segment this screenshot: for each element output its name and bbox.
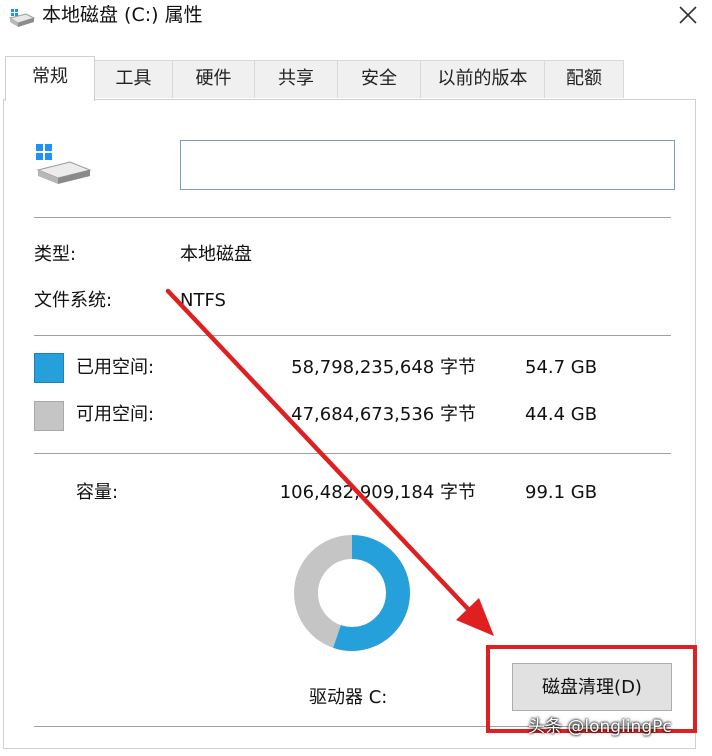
drive-icon bbox=[36, 144, 92, 184]
used-space-swatch bbox=[34, 353, 64, 383]
used-space-label: 已用空间: bbox=[76, 357, 155, 378]
tab-quota[interactable]: 配额 bbox=[544, 60, 624, 98]
separator bbox=[34, 453, 671, 454]
type-value: 本地磁盘 bbox=[180, 244, 252, 265]
close-button[interactable] bbox=[662, 0, 712, 34]
used-space-size: 54.7 GB bbox=[525, 357, 598, 378]
tab-sharing[interactable]: 共享 bbox=[254, 60, 338, 98]
usage-donut-chart bbox=[294, 535, 410, 651]
free-space-label: 可用空间: bbox=[76, 404, 155, 425]
disk-cleanup-button[interactable]: 磁盘清理(D) bbox=[512, 663, 672, 711]
free-space-bytes: 47,684,673,536 字节 bbox=[291, 404, 476, 425]
file-system-label: 文件系统: bbox=[34, 290, 113, 311]
capacity-label: 容量: bbox=[76, 482, 119, 503]
title-bar: 本地磁盘 (C:) 属性 bbox=[0, 0, 712, 38]
file-system-value: NTFS bbox=[180, 290, 226, 311]
capacity-bytes: 106,482,909,184 字节 bbox=[279, 482, 476, 503]
general-panel: 类型: 本地磁盘 文件系统: NTFS 已用空间: 58,798,235,648… bbox=[3, 99, 696, 749]
tab-strip: 常规 工具 硬件 共享 安全 以前的版本 配额 bbox=[0, 56, 712, 101]
drive-icon bbox=[8, 9, 36, 27]
drive-name-input[interactable] bbox=[180, 140, 675, 190]
used-space-bytes: 58,798,235,648 字节 bbox=[291, 357, 476, 378]
tab-hardware[interactable]: 硬件 bbox=[172, 60, 255, 98]
tab-tools[interactable]: 工具 bbox=[94, 60, 173, 98]
window-title: 本地磁盘 (C:) 属性 bbox=[42, 4, 203, 26]
tab-previous-versions[interactable]: 以前的版本 bbox=[420, 60, 545, 98]
close-icon bbox=[679, 6, 697, 24]
type-label: 类型: bbox=[34, 244, 77, 265]
separator bbox=[34, 217, 671, 218]
tab-general[interactable]: 常规 bbox=[5, 56, 95, 101]
separator bbox=[34, 335, 671, 336]
drive-letter-label: 驱动器 C: bbox=[309, 687, 388, 708]
watermark-text: 头条 @longlingPc bbox=[528, 717, 672, 737]
free-space-size: 44.4 GB bbox=[525, 404, 598, 425]
tab-security[interactable]: 安全 bbox=[337, 60, 421, 98]
capacity-size: 99.1 GB bbox=[525, 482, 598, 503]
free-space-swatch bbox=[34, 401, 64, 431]
